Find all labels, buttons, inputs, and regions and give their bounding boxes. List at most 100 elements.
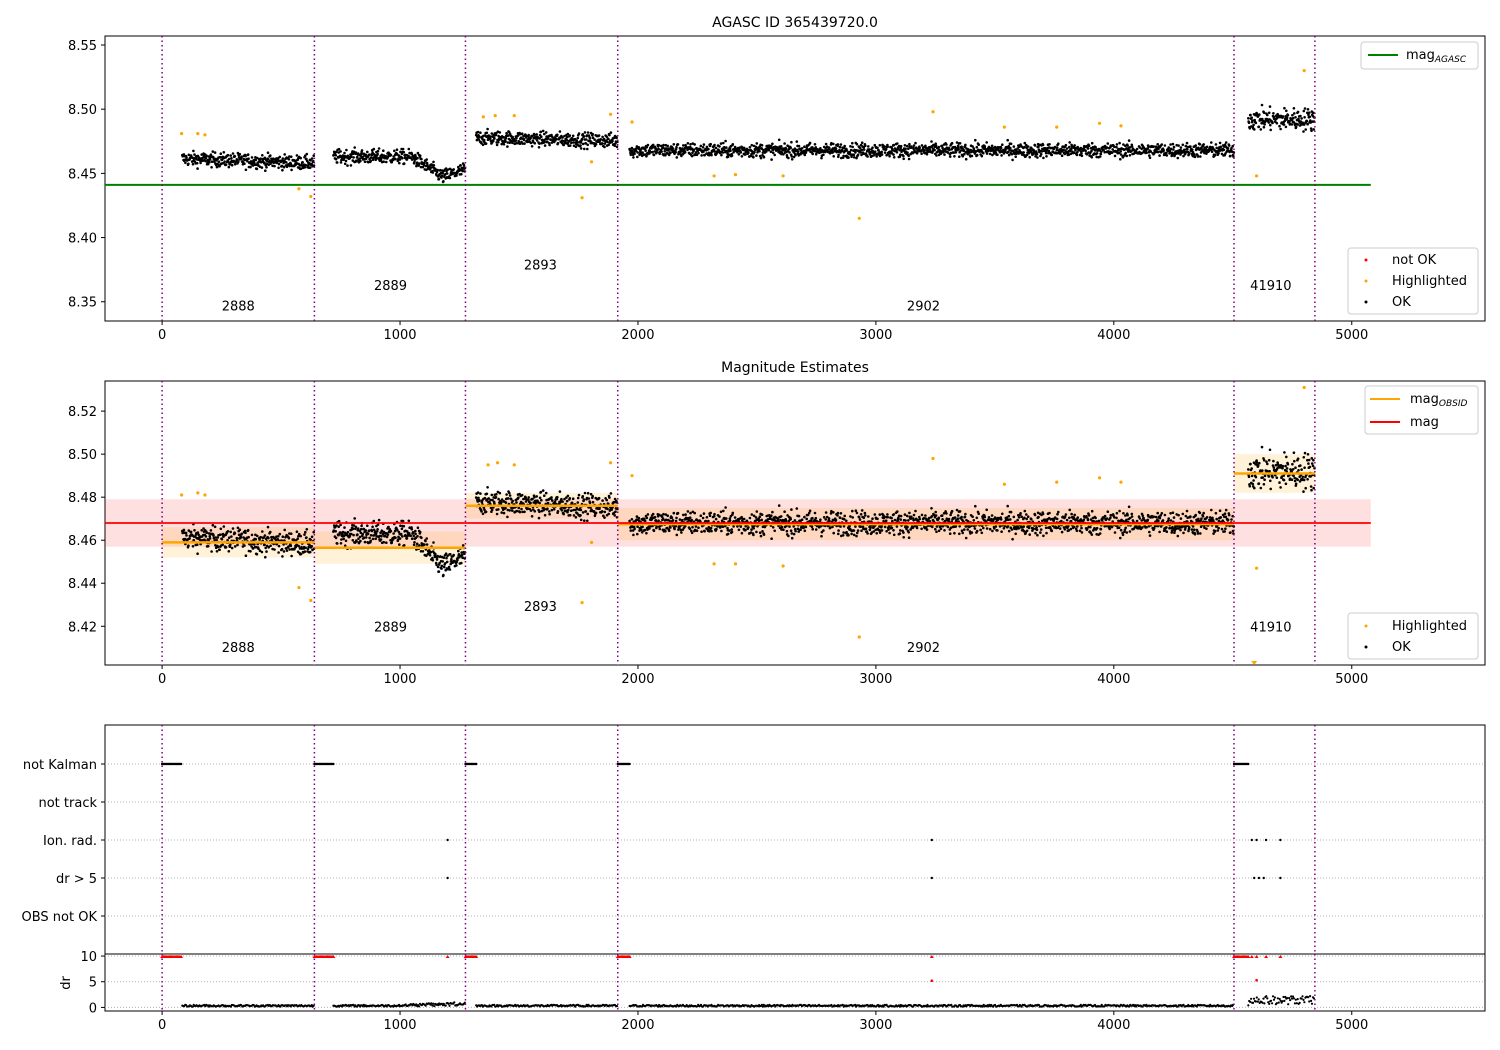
ok-point (295, 154, 299, 157)
ok-point (235, 536, 239, 540)
ok-point (1279, 127, 1282, 131)
ok-point (492, 139, 495, 143)
highlighted-point (297, 187, 301, 191)
ok-point (1219, 145, 1223, 149)
ok-point (390, 541, 394, 545)
ok-point (906, 525, 909, 529)
ok-point (794, 153, 797, 157)
ok-point (437, 570, 441, 573)
ok-point (215, 165, 219, 169)
ok-point (287, 158, 291, 161)
ok-point (550, 141, 554, 144)
ok-point (982, 151, 985, 155)
ok-point (517, 496, 520, 500)
ok-point (1160, 143, 1164, 146)
ok-point (1292, 107, 1296, 110)
ok-point (1262, 125, 1266, 129)
ok-point (359, 527, 363, 531)
ok-point (949, 513, 952, 517)
ok-point (346, 530, 350, 534)
ok-point (511, 135, 514, 139)
ok-point (924, 514, 927, 517)
ok-point (1119, 150, 1122, 153)
ok-point (366, 150, 369, 154)
ok-point (692, 148, 696, 151)
ok-point (890, 516, 893, 520)
ok-point (489, 137, 492, 141)
ok-point (376, 152, 379, 156)
ok-point (520, 493, 524, 497)
ok-point (210, 160, 214, 163)
x-tick-label: 5000 (1335, 328, 1368, 343)
ok-point (666, 144, 669, 148)
ok-point (493, 502, 496, 505)
ok-point (414, 532, 417, 536)
ok-point (660, 150, 663, 153)
ok-point (895, 151, 899, 154)
ok-point (814, 516, 818, 520)
ok-point (657, 147, 660, 151)
obsid-label: 2889 (374, 279, 407, 294)
ok-point (609, 492, 613, 495)
ok-point (312, 154, 316, 157)
ok-point (273, 548, 276, 551)
ok-point (456, 558, 459, 562)
ok-point (211, 150, 215, 153)
ok-point (217, 160, 221, 163)
ok-point (351, 527, 355, 531)
ok-point (1007, 529, 1011, 533)
ok-point (436, 554, 440, 558)
ok-point (906, 151, 909, 154)
ok-point (718, 145, 721, 148)
ok-point (577, 132, 581, 135)
ok-point (431, 556, 434, 560)
ok-point (230, 546, 234, 550)
ok-point (337, 525, 341, 528)
ok-point (1001, 143, 1004, 146)
ok-point (359, 159, 362, 163)
ok-point (538, 501, 541, 505)
ok-point (208, 160, 211, 164)
ok-point (847, 534, 850, 537)
ok-point (363, 160, 367, 163)
ok-point (356, 527, 360, 530)
ok-point (540, 135, 543, 138)
ok-point (945, 143, 948, 146)
ok-point (653, 515, 657, 519)
ok-point (783, 142, 786, 145)
ok-point (790, 155, 794, 158)
ok-point (912, 513, 916, 517)
ok-point (836, 511, 840, 515)
ok-point (497, 497, 500, 501)
ok-point (1000, 530, 1003, 533)
ok-point (724, 139, 727, 143)
ok-point (504, 506, 507, 510)
ok-point (713, 512, 716, 516)
ok-point (694, 525, 698, 528)
ok-point (1218, 141, 1222, 145)
ok-point (880, 529, 884, 532)
ok-point (191, 545, 195, 548)
ok-point (1099, 152, 1103, 156)
ok-point (864, 144, 867, 148)
ok-point (971, 515, 974, 518)
ok-point (601, 499, 604, 502)
ok-point (1068, 145, 1071, 149)
ok-point (655, 525, 658, 528)
ok-point (1011, 158, 1014, 162)
ok-point (537, 516, 541, 520)
ok-point (572, 514, 576, 517)
ok-point (1232, 155, 1235, 158)
ok-point (538, 142, 541, 145)
ok-point (719, 510, 723, 514)
ok-point (386, 533, 390, 536)
ok-point (356, 155, 359, 159)
ok-point (878, 144, 882, 147)
ok-point (543, 144, 547, 147)
ok-point (364, 536, 368, 539)
ok-point (810, 525, 814, 528)
ok-point (1158, 154, 1161, 157)
ok-point (1205, 145, 1209, 149)
ok-point (247, 535, 250, 539)
ok-point (370, 529, 374, 533)
